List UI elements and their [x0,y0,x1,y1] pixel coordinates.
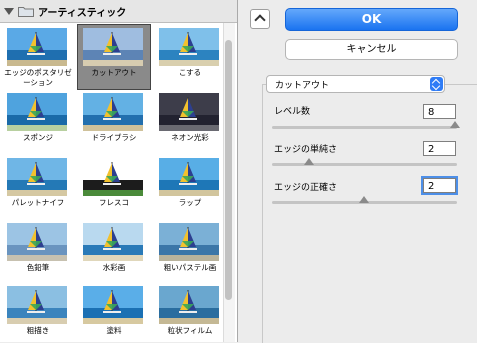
filter-select-value: カットアウト [275,81,330,91]
sailboat-preview-image [83,93,143,131]
sailboat-preview-image [159,158,219,196]
filter-thumbnail[interactable]: ラップ [154,155,226,219]
filter-select[interactable]: カットアウト [266,75,445,93]
filter-gallery: アーティスティック エッジのポスタリゼーション カットアウト こするスポンジ ドライブ… [0,0,237,342]
filter-label: 色鉛筆 [26,263,50,272]
category-header[interactable]: アーティスティック [0,0,237,23]
filter-label: ラップ [178,198,202,207]
edge-fidelity-field[interactable]: 2 [421,176,458,195]
levels-field[interactable]: 8 [423,104,456,119]
sailboat-preview-image [7,223,67,261]
filter-thumbnail[interactable]: フレスコ [78,155,150,219]
filter-label: ドライブラシ [91,133,137,142]
folder-icon [18,7,34,17]
panel-separator [237,0,238,342]
filter-thumbnail[interactable]: スポンジ [2,90,74,154]
filter-label: スポンジ [23,133,53,142]
filter-settings-panel [262,84,477,343]
filter-label: カットアウト [91,68,137,77]
category-label: アーティスティック [38,8,127,19]
filter-label: エッジのポスタリゼーション [4,68,72,87]
filter-label: 塗料 [106,326,122,335]
sailboat-preview-image [159,286,219,324]
filter-label: ネオン光彩 [171,133,209,142]
filter-thumbnail[interactable]: 粒状フィルム [154,283,226,342]
levels-label: レベル数 [274,107,311,117]
levels-slider-thumb[interactable] [450,121,460,128]
filter-thumbnail[interactable]: こする [154,25,226,89]
sailboat-preview-image [83,223,143,261]
divider [0,22,237,23]
sailboat-preview-image [159,223,219,261]
filter-thumbnail[interactable]: 水彩画 [78,220,150,284]
filter-thumbnail[interactable]: 色鉛筆 [2,220,74,284]
edge-fidelity-slider-thumb[interactable] [358,196,369,203]
cancel-button[interactable]: キャンセル [285,39,458,60]
edge-fidelity-label: エッジの正確さ [274,183,338,193]
filter-thumbnail[interactable]: ネオン光彩 [154,90,226,154]
filter-label: 粒状フィルム [167,326,213,335]
sailboat-preview-image [7,93,67,131]
collapse-gallery-button[interactable] [250,9,270,29]
sailboat-preview-image [159,93,219,131]
filter-label: 粗描き [26,326,50,335]
sailboat-preview-image [83,286,143,324]
edge-simplicity-slider-thumb[interactable] [303,158,314,165]
filter-label: パレットナイフ [11,198,65,207]
scrollbar-thumb[interactable] [225,40,232,300]
edge-simplicity-field[interactable]: 2 [423,141,456,156]
ok-button[interactable]: OK [285,8,458,31]
edge-simplicity-slider-track[interactable] [272,163,457,166]
edge-simplicity-label: エッジの単純さ [274,145,338,155]
filter-thumbnail[interactable]: パレットナイフ [2,155,74,219]
sailboat-preview-image [7,28,67,66]
filter-thumbnail[interactable]: 粗いパステル画 [154,220,226,284]
sailboat-preview-image [7,286,67,324]
sailboat-preview-image [7,158,67,196]
select-arrows-icon [430,77,443,91]
sailboat-preview-image [83,28,143,66]
filter-thumbnail[interactable]: ドライブラシ [78,90,150,154]
filter-label: 粗いパステル画 [163,263,217,272]
disclosure-triangle-icon[interactable] [4,8,14,15]
filter-label: フレスコ [99,198,129,207]
levels-slider-track[interactable] [272,126,457,129]
sailboat-preview-image [159,28,219,66]
filter-label: 水彩画 [102,263,126,272]
filter-thumbnail[interactable]: 塗料 [78,283,150,342]
sailboat-preview-image [83,158,143,196]
chevron-up-icon [254,14,266,26]
filter-thumbnail[interactable]: 粗描き [2,283,74,342]
filter-thumbnail[interactable]: エッジのポスタリゼーション [2,25,74,89]
filter-label: こする [178,68,202,77]
filter-thumbnail[interactable]: カットアウト [77,24,151,90]
